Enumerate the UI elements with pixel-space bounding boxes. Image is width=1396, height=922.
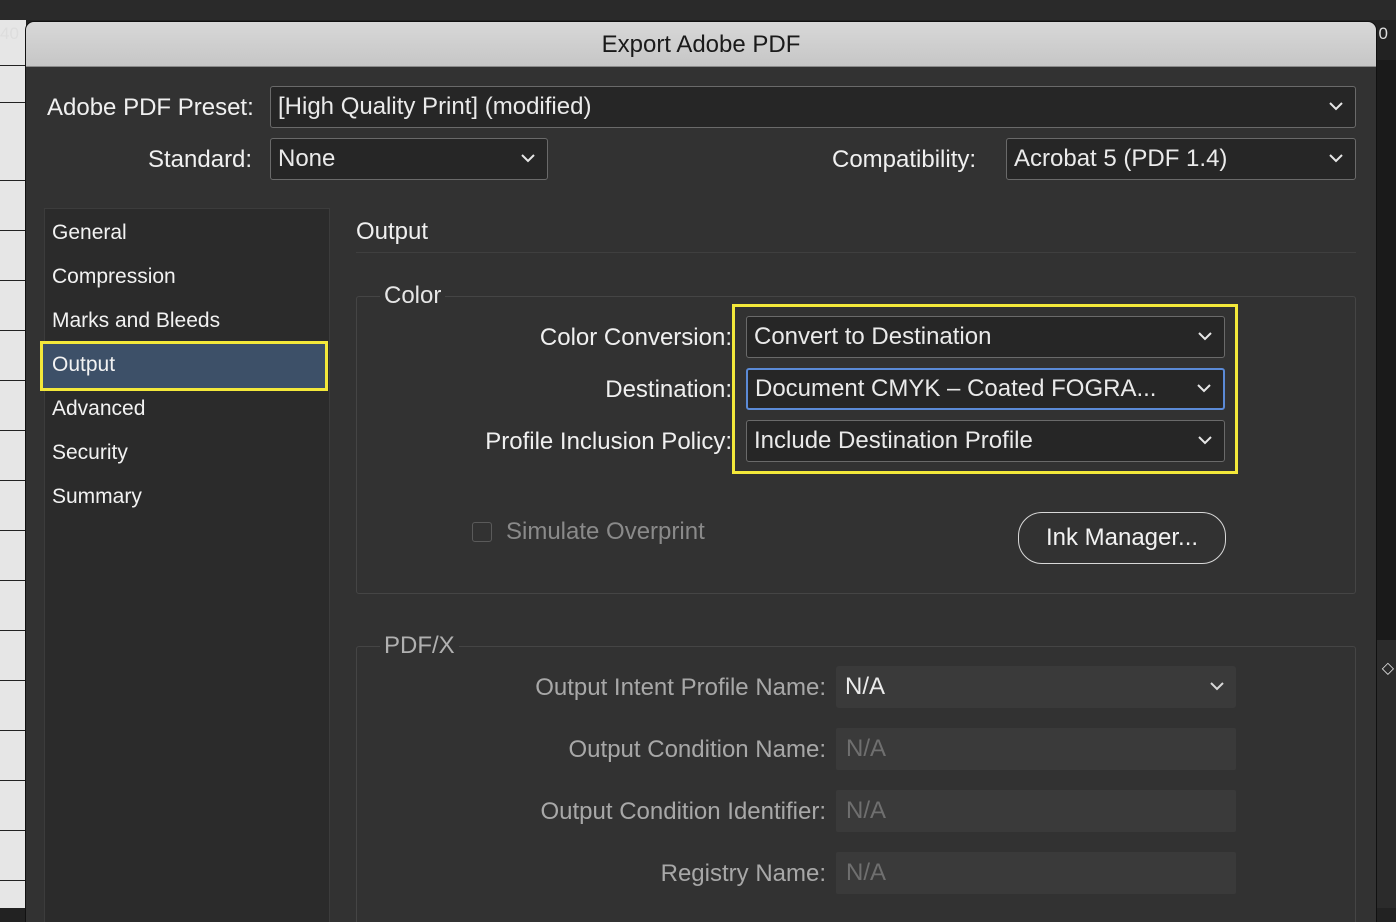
preset-value: [High Quality Print] (modified)	[278, 93, 592, 120]
output-intent-select[interactable]: N/A	[836, 666, 1236, 708]
compatibility-value: Acrobat 5 (PDF 1.4)	[1014, 145, 1228, 172]
ruler-number: 40	[0, 24, 19, 43]
vertical-ruler	[0, 20, 26, 908]
ruler-tick	[0, 580, 26, 581]
preset-label: Adobe PDF Preset:	[47, 94, 254, 121]
simulate-overprint-checkbox[interactable]	[472, 522, 492, 542]
ruler-tick	[0, 65, 26, 66]
output-condition-identifier-label: Output Condition Identifier:	[540, 798, 826, 825]
standard-label: Standard:	[148, 146, 253, 173]
profile-policy-label: Profile Inclusion Policy:	[485, 428, 732, 455]
sidebar-item-security[interactable]: Security	[52, 441, 128, 465]
ruler-number: 0	[1378, 24, 1388, 43]
standard-select[interactable]: None	[270, 138, 548, 180]
ruler-tick	[0, 380, 26, 381]
chevron-down-icon	[1197, 384, 1211, 393]
dialog-title: Export Adobe PDF	[26, 22, 1376, 67]
registry-name-label: Registry Name:	[660, 860, 826, 887]
ruler-tick	[0, 880, 26, 881]
ruler-tick	[0, 280, 26, 281]
ruler-tick	[0, 630, 26, 631]
settings-sidebar: General Compression Marks and Bleeds Out…	[40, 208, 330, 922]
compatibility-select[interactable]: Acrobat 5 (PDF 1.4)	[1006, 138, 1356, 180]
ruler-tick	[0, 530, 26, 531]
ruler-tick	[0, 180, 26, 181]
color-conversion-select[interactable]: Convert to Destination	[746, 316, 1225, 358]
ruler-tick	[0, 230, 26, 231]
destination-label: Destination:	[605, 376, 732, 403]
sidebar-item-general[interactable]: General	[52, 221, 127, 245]
destination-select[interactable]: Document CMYK – Coated FOGRA...	[746, 368, 1225, 410]
output-condition-name-field[interactable]: N/A	[836, 728, 1236, 770]
chevron-down-icon	[1198, 332, 1212, 341]
chevron-down-icon	[1210, 682, 1224, 691]
section-title: Output	[356, 218, 429, 245]
registry-name-field[interactable]: N/A	[836, 852, 1236, 894]
sidebar-item-marks-and-bleeds[interactable]: Marks and Bleeds	[52, 309, 220, 333]
ruler-tick	[0, 430, 26, 431]
ruler-tick	[0, 680, 26, 681]
stepper-icon[interactable]: ◇	[1382, 658, 1394, 678]
app-top-bar	[0, 0, 1396, 20]
pdfx-group-title: PDF/X	[380, 632, 459, 660]
sidebar-item-output[interactable]: Output	[52, 353, 115, 377]
ink-manager-button[interactable]: Ink Manager...	[1018, 512, 1226, 564]
ruler-tick	[0, 330, 26, 331]
output-intent-value: N/A	[845, 673, 886, 700]
right-panel: ◇	[1376, 640, 1396, 908]
sidebar-item-summary[interactable]: Summary	[52, 485, 142, 509]
chevron-down-icon	[1329, 154, 1343, 163]
chevron-down-icon	[521, 154, 535, 163]
color-conversion-label: Color Conversion:	[539, 324, 732, 351]
ruler-tick	[0, 780, 26, 781]
ruler-tick	[0, 730, 26, 731]
sidebar-item-advanced[interactable]: Advanced	[52, 397, 145, 421]
chevron-down-icon	[1329, 102, 1343, 111]
output-condition-name-label: Output Condition Name:	[568, 736, 826, 763]
export-pdf-dialog: Export Adobe PDF Adobe PDF Preset: [High…	[26, 22, 1376, 922]
sidebar-item-compression[interactable]: Compression	[52, 265, 176, 289]
section-divider	[356, 252, 1356, 253]
color-conversion-value: Convert to Destination	[754, 323, 992, 350]
destination-value: Document CMYK – Coated FOGRA...	[755, 375, 1157, 402]
profile-policy-value: Include Destination Profile	[754, 427, 1033, 454]
compatibility-label: Compatibility:	[832, 146, 977, 173]
ruler-tick	[0, 102, 26, 103]
output-intent-label: Output Intent Profile Name:	[535, 674, 826, 701]
profile-policy-select[interactable]: Include Destination Profile	[746, 420, 1225, 462]
output-condition-identifier-field[interactable]: N/A	[836, 790, 1236, 832]
standard-value: None	[278, 145, 336, 172]
simulate-overprint-label: Simulate Overprint	[506, 518, 705, 545]
ruler-tick	[0, 830, 26, 831]
color-group-title: Color	[380, 282, 446, 310]
ruler-tick	[0, 480, 26, 481]
chevron-down-icon	[1198, 436, 1212, 445]
preset-select[interactable]: [High Quality Print] (modified)	[270, 86, 1356, 128]
